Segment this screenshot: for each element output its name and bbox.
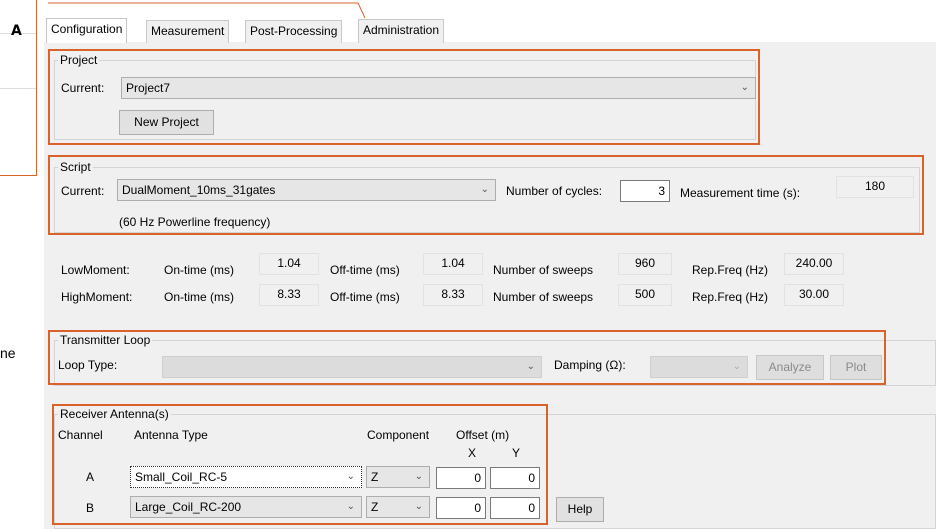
loop-type-label: Loop Type: <box>58 358 118 372</box>
component-a-value: Z <box>371 470 379 484</box>
component-b-value: Z <box>371 500 379 514</box>
antenna-a-value: Small_Coil_RC-5 <box>135 470 228 484</box>
cycles-label: Number of cycles: <box>506 184 603 198</box>
col-channel-header: Channel <box>58 428 103 442</box>
col-component-header: Component <box>367 428 430 442</box>
script-select[interactable]: DualMoment_10ms_31gates ⌄ <box>117 179 496 201</box>
measurement-time-label: Measurement time (s): <box>680 186 801 200</box>
analyze-button[interactable]: Analyze <box>756 355 824 380</box>
project-legend: Project <box>58 53 100 67</box>
chevron-down-icon: ⌄ <box>346 501 355 512</box>
offset-x-input-a[interactable]: 0 <box>436 467 486 489</box>
component-select-a[interactable]: Z ⌄ <box>366 466 430 488</box>
chevron-down-icon: ⌄ <box>414 471 423 482</box>
high-rep-freq-value: 30.00 <box>784 284 844 306</box>
chevron-down-icon: ⌄ <box>346 471 355 482</box>
col-offset-header: Offset (m) <box>456 428 510 442</box>
low-on-time-value: 1.04 <box>259 253 319 275</box>
component-select-b[interactable]: Z ⌄ <box>366 496 430 518</box>
transmitter-legend: Transmitter Loop <box>58 333 153 347</box>
high-off-time-value: 8.33 <box>423 284 483 306</box>
project-select-value: Project7 <box>126 81 171 95</box>
low-sweeps-value: 960 <box>618 253 672 275</box>
col-x-header: X <box>468 446 477 460</box>
high-sweeps-value: 500 <box>618 284 672 306</box>
callout-a: A <box>11 23 22 39</box>
help-button[interactable]: Help <box>556 497 604 522</box>
background-window-line <box>0 88 36 89</box>
channel-a-label: A <box>86 470 95 484</box>
high-off-time-label: Off-time (ms) <box>330 290 400 304</box>
low-off-time-value: 1.04 <box>423 253 483 275</box>
script-legend: Script <box>58 160 93 174</box>
high-rep-freq-label: Rep.Freq (Hz) <box>692 290 769 304</box>
chevron-down-icon: ⌄ <box>740 82 749 93</box>
chevron-down-icon: ⌄ <box>526 361 535 372</box>
col-antenna-header: Antenna Type <box>134 428 208 442</box>
low-sweeps-label: Number of sweeps <box>493 263 594 277</box>
low-off-time-label: Off-time (ms) <box>330 263 400 277</box>
chevron-down-icon: ⌄ <box>414 501 423 512</box>
new-project-button[interactable]: New Project <box>119 110 214 135</box>
side-text-fragment: ne <box>0 345 16 361</box>
chevron-down-icon: ⌄ <box>480 184 489 195</box>
damping-label: Damping (Ω): <box>554 358 626 372</box>
antenna-select-a[interactable]: Small_Coil_RC-5 ⌄ <box>130 466 362 488</box>
cycles-input[interactable]: 3 <box>620 180 670 202</box>
chevron-down-icon: ⌄ <box>732 361 741 372</box>
tab-configuration[interactable]: Configuration <box>46 18 128 43</box>
receiver-legend: Receiver Antenna(s) <box>58 407 171 421</box>
col-y-header: Y <box>512 446 521 460</box>
tab-post-processing[interactable]: Post-Processing <box>245 20 343 43</box>
high-on-time-value: 8.33 <box>259 284 319 306</box>
plot-button[interactable]: Plot <box>830 355 882 380</box>
antenna-select-b[interactable]: Large_Coil_RC-200 ⌄ <box>130 496 362 518</box>
project-select[interactable]: Project7 ⌄ <box>121 77 756 99</box>
damping-select[interactable]: ⌄ <box>650 356 748 378</box>
channel-b-label: B <box>86 501 95 515</box>
antenna-b-value: Large_Coil_RC-200 <box>135 500 242 514</box>
high-sweeps-label: Number of sweeps <box>493 290 594 304</box>
offset-x-input-b[interactable]: 0 <box>436 497 486 519</box>
tab-measurement[interactable]: Measurement <box>146 20 230 43</box>
script-current-label: Current: <box>61 184 105 198</box>
offset-y-input-a[interactable]: 0 <box>490 467 540 489</box>
offset-y-input-b[interactable]: 0 <box>490 497 540 519</box>
loop-type-select[interactable]: ⌄ <box>162 356 542 378</box>
low-rep-freq-value: 240.00 <box>784 253 844 275</box>
project-current-label: Current: <box>61 81 105 95</box>
low-rep-freq-label: Rep.Freq (Hz) <box>692 263 769 277</box>
script-select-value: DualMoment_10ms_31gates <box>122 183 276 197</box>
high-moment-label: HighMoment: <box>61 290 133 304</box>
powerline-frequency-note: (60 Hz Powerline frequency) <box>119 215 271 229</box>
low-moment-label: LowMoment: <box>61 263 130 277</box>
high-on-time-label: On-time (ms) <box>164 290 234 304</box>
tab-administration[interactable]: Administration <box>358 19 445 43</box>
measurement-time-value: 180 <box>836 176 914 198</box>
low-on-time-label: On-time (ms) <box>164 263 234 277</box>
